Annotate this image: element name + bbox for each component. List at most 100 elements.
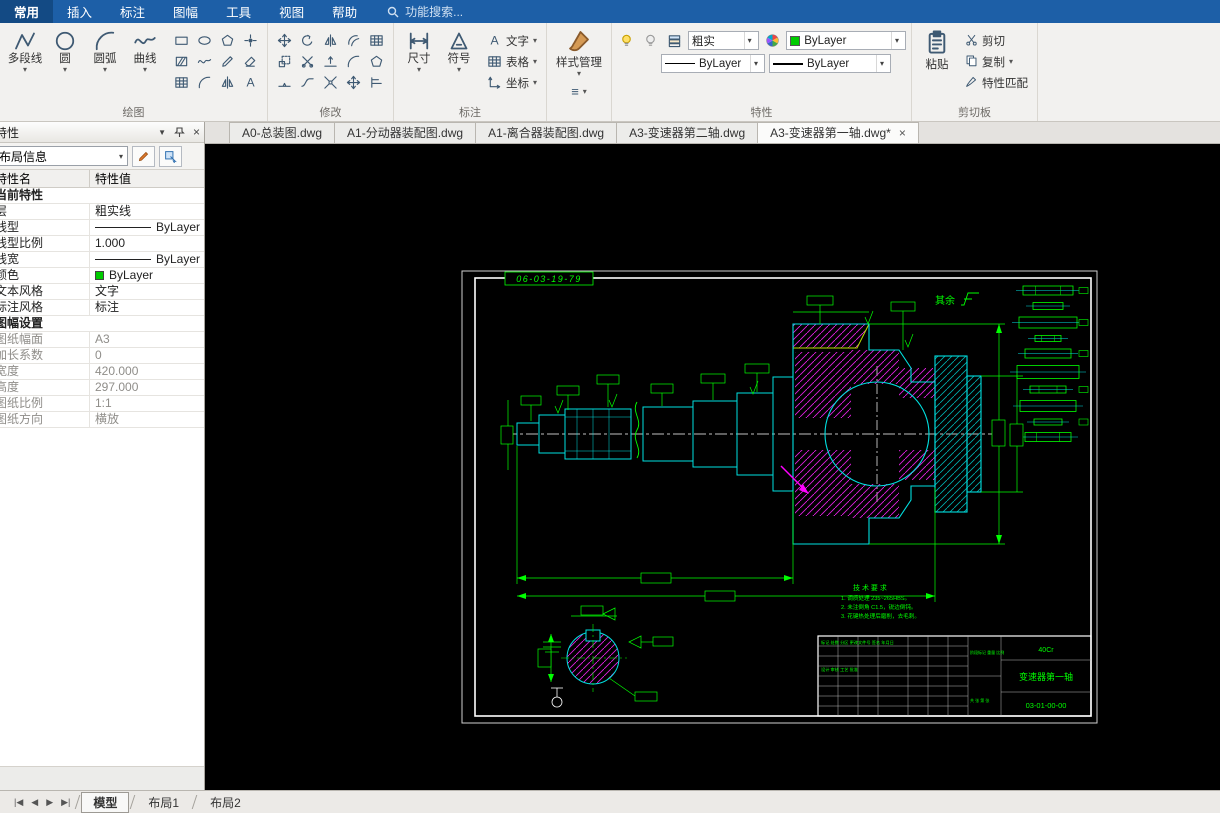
property-value-cell[interactable]: 粗实线 xyxy=(90,204,204,219)
palette-menu-icon[interactable]: ▼ xyxy=(158,128,166,137)
select-objects-button[interactable] xyxy=(159,145,182,167)
property-value-cell[interactable]: ByLayer xyxy=(90,252,204,267)
point-icon xyxy=(244,34,257,47)
paste-icon xyxy=(928,30,946,54)
layout-nav-icon-1[interactable]: ◀ xyxy=(27,797,42,808)
info-scope-select[interactable]: 布局信息 ▾ xyxy=(0,146,128,166)
property-value-cell[interactable]: 420.000 xyxy=(90,364,204,379)
menu-tab-3[interactable]: 图幅 xyxy=(159,0,212,23)
eraser-icon xyxy=(244,56,256,67)
array-button[interactable] xyxy=(365,30,388,51)
document-tab-1[interactable]: A1-分动器装配图.dwg xyxy=(334,122,477,143)
polygon-button[interactable] xyxy=(216,30,239,51)
copy-button[interactable]: 复制 ▾ xyxy=(961,51,1032,72)
ellipse-button[interactable] xyxy=(193,30,216,51)
mirror-button[interactable] xyxy=(319,30,342,51)
extend-button[interactable] xyxy=(319,51,342,72)
move-button[interactable] xyxy=(273,30,296,51)
explode-button[interactable] xyxy=(319,72,342,93)
property-name: 层 xyxy=(0,204,90,219)
property-value-cell[interactable]: 297.000 xyxy=(90,380,204,395)
chevron-down-icon: ▾ xyxy=(891,32,902,49)
property-value-cell[interactable]: 标注 xyxy=(90,300,204,315)
menu-tab-6[interactable]: 帮助 xyxy=(318,0,371,23)
property-value-cell[interactable]: ByLayer xyxy=(90,220,204,235)
break-button[interactable] xyxy=(273,72,296,93)
trim-button[interactable] xyxy=(296,51,319,72)
scale-button[interactable] xyxy=(273,51,296,72)
eraser-button[interactable] xyxy=(239,51,262,72)
match-properties-button[interactable]: 特性匹配 xyxy=(961,72,1032,93)
arc-icon xyxy=(95,31,115,51)
document-tab-0[interactable]: A0-总装图.dwg xyxy=(229,122,336,143)
annotate-symbol-button[interactable]: 符号 ▾ xyxy=(439,26,479,74)
fillet-button[interactable] xyxy=(342,51,365,72)
property-value: 标注 xyxy=(95,300,120,314)
menu-tab-1[interactable]: 插入 xyxy=(53,0,106,23)
property-value-cell[interactable]: A3 xyxy=(90,332,204,347)
close-icon[interactable]: × xyxy=(193,125,200,139)
menu-tab-4[interactable]: 工具 xyxy=(212,0,265,23)
layout-nav-icon-2[interactable]: ▶ xyxy=(42,797,57,808)
svg-text:A: A xyxy=(490,34,499,48)
document-tab-2[interactable]: A1-离合器装配图.dwg xyxy=(475,122,618,143)
edit-style-button[interactable] xyxy=(132,145,155,167)
point-button[interactable] xyxy=(239,30,262,51)
linetype-select[interactable]: ByLayer ▾ xyxy=(661,54,766,73)
property-value-cell[interactable]: 1:1 xyxy=(90,396,204,411)
spline-button[interactable] xyxy=(193,51,216,72)
menu-tab-5[interactable]: 视图 xyxy=(265,0,318,23)
stretch-button[interactable] xyxy=(342,72,365,93)
chamfer-button[interactable] xyxy=(365,51,388,72)
property-value-cell[interactable]: 横放 xyxy=(90,412,204,427)
group-label-properties: 特性 xyxy=(750,107,773,119)
cut-button[interactable]: 剪切 xyxy=(961,30,1032,51)
property-value-cell[interactable]: 1.000 xyxy=(90,236,204,251)
style-list-button[interactable]: ≡ ▾ xyxy=(567,81,591,102)
layer-select[interactable]: 粗实 ▾ xyxy=(687,31,759,50)
color-select[interactable]: ByLayer ▾ xyxy=(786,31,907,50)
layout-tab-布局1[interactable]: 布局1 xyxy=(136,792,191,813)
text-small-button[interactable]: A xyxy=(239,72,262,93)
draw-circle-button[interactable]: 圆 ▾ xyxy=(45,26,85,74)
rotate-button[interactable] xyxy=(296,30,319,51)
menu-tab-2[interactable]: 标注 xyxy=(106,0,159,23)
document-tab-4[interactable]: A3-变速器第一轴.dwg* × xyxy=(757,122,919,143)
table-button[interactable] xyxy=(170,72,193,93)
layout-tab-布局2[interactable]: 布局2 xyxy=(198,792,253,813)
annotate-dimension-button[interactable]: 尺寸 ▾ xyxy=(399,26,439,74)
ellipse-icon xyxy=(198,36,211,45)
finish-label: 其余 xyxy=(935,294,955,307)
layout-nav-icon-3[interactable]: ▶| xyxy=(57,797,74,808)
annotate-text-button[interactable]: A 文字 ▾ xyxy=(483,30,541,51)
arc-small-button[interactable] xyxy=(193,72,216,93)
layout-nav-icon-0[interactable]: |◀ xyxy=(10,797,27,808)
close-tab-icon[interactable]: × xyxy=(899,126,906,140)
paste-button[interactable]: 粘贴 xyxy=(917,26,957,72)
property-value-cell[interactable]: 文字 xyxy=(90,284,204,299)
draw-wave-button[interactable]: 曲线 ▾ xyxy=(125,26,165,74)
style-manager-button[interactable]: 样式管理 ▾ xyxy=(552,26,606,78)
layout-tab-模型[interactable]: 模型 xyxy=(81,791,130,813)
palette-titlebar: 特性 ▼ × xyxy=(0,122,204,143)
chevron-down-icon: ▾ xyxy=(22,65,27,74)
annotate-coord-button[interactable]: 坐标 ▾ xyxy=(483,72,541,93)
property-value-cell[interactable]: 0 xyxy=(90,348,204,363)
document-tab-3[interactable]: A3-变速器第二轴.dwg xyxy=(616,122,759,143)
offset-button[interactable] xyxy=(342,30,365,51)
align-button[interactable] xyxy=(365,72,388,93)
draw-polyline-button[interactable]: 多段线 ▾ xyxy=(5,26,45,74)
menu-tab-0[interactable]: 常用 xyxy=(0,0,54,23)
function-search[interactable]: 功能搜索... xyxy=(387,0,463,23)
property-value-cell[interactable]: ByLayer xyxy=(90,268,204,283)
mirror-line-button[interactable] xyxy=(216,72,239,93)
join-button[interactable] xyxy=(296,72,319,93)
drawing-canvas[interactable]: 06-03-19-79 其余 技 术 要 求 1. 调质处理 235~265HB… xyxy=(205,144,1220,790)
annotate-grid-button[interactable]: 表格 ▾ xyxy=(483,51,541,72)
draw-arc-button[interactable]: 圆弧 ▾ xyxy=(85,26,125,74)
sketch-button[interactable] xyxy=(216,51,239,72)
pin-icon[interactable] xyxy=(174,126,185,138)
rectangle-button[interactable] xyxy=(170,30,193,51)
hatch-button[interactable] xyxy=(170,51,193,72)
lineweight-select[interactable]: ByLayer ▾ xyxy=(769,54,892,73)
